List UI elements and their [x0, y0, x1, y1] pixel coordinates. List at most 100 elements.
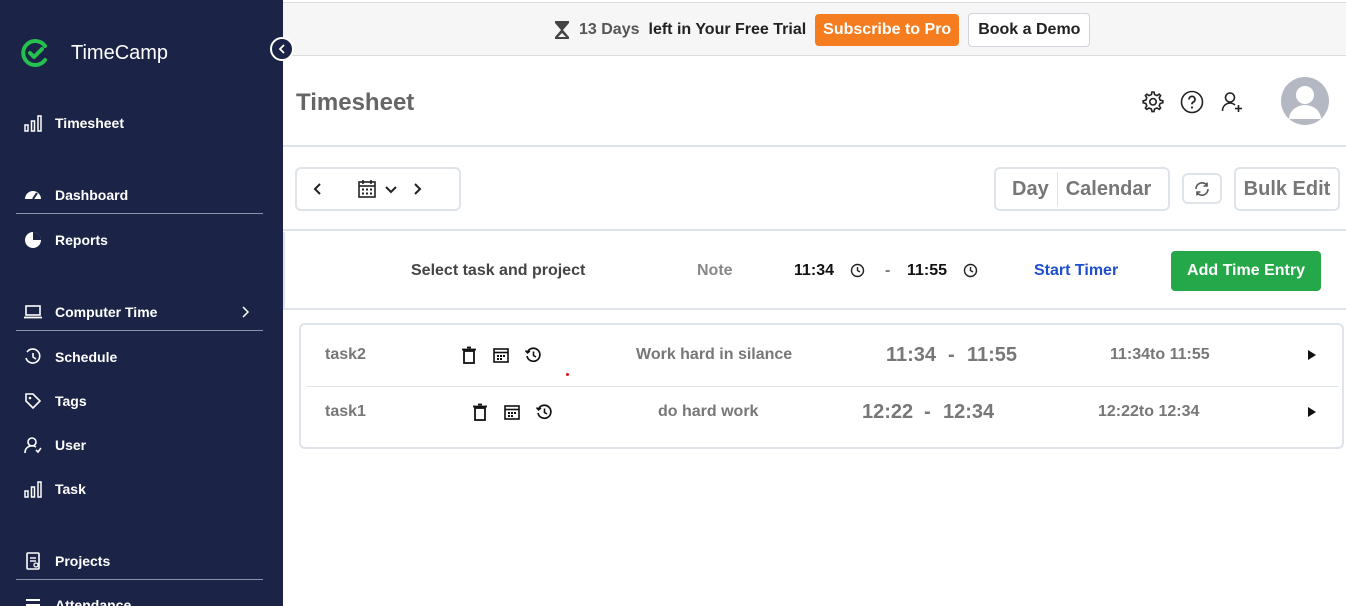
time-entries-list: task2 Work hard in silance 11:34 - 11:55…: [299, 323, 1344, 449]
brand-name: TimeCamp: [71, 41, 169, 64]
sidebar-item-timesheet[interactable]: Timesheet: [23, 112, 263, 134]
entry-end-time[interactable]: 11:55: [967, 344, 1017, 367]
entry-task[interactable]: task2: [325, 346, 366, 364]
sidebar-item-label: Reports: [55, 232, 108, 248]
tag-icon: [25, 393, 42, 410]
sidebar-item-label: Dashboard: [55, 187, 129, 203]
new-entry-bar: Select task and project Note 11:34 - 11:…: [283, 232, 1346, 310]
trash-icon[interactable]: [460, 346, 478, 364]
trial-info: 13 Days left in Your Free Trial Subscrib…: [553, 13, 1091, 47]
clock-icon[interactable]: [963, 263, 978, 278]
nav-divider: [16, 213, 263, 214]
add-time-entry-button[interactable]: Add Time Entry: [1171, 251, 1321, 291]
sidebar-item-label: Computer Time: [55, 304, 158, 320]
brand[interactable]: TimeCamp: [20, 38, 168, 68]
hourglass-icon: [555, 21, 569, 39]
sidebar-item-computer-time[interactable]: Computer Time: [23, 301, 263, 323]
end-time-input[interactable]: 11:55: [907, 262, 947, 280]
user-icon: [24, 437, 42, 454]
play-icon[interactable]: [1308, 350, 1316, 360]
sidebar-item-label: Task: [55, 481, 86, 497]
book-demo-button[interactable]: Book a Demo: [968, 13, 1091, 47]
laptop-icon: [24, 305, 42, 319]
chevron-right-icon[interactable]: [410, 182, 424, 196]
refresh-icon: [1195, 181, 1209, 196]
calendar-icon[interactable]: [503, 403, 521, 421]
nav-divider: [16, 330, 263, 331]
calendar-icon[interactable]: [492, 346, 510, 364]
timesheet-toolbar: Day Calendar Bulk Edit: [283, 147, 1346, 231]
entry-end-time[interactable]: 12:34: [943, 401, 994, 424]
clock-icon[interactable]: [850, 263, 865, 278]
chevron-right-icon: [242, 306, 250, 318]
sidebar-item-attendance[interactable]: Attendance: [23, 594, 263, 606]
time-separator: -: [948, 344, 955, 366]
entry-note[interactable]: do hard work: [658, 403, 758, 421]
sidebar-item-dashboard[interactable]: Dashboard: [23, 184, 263, 206]
sidebar-item-label: Projects: [55, 553, 111, 569]
sidebar-item-task[interactable]: Task: [23, 478, 263, 500]
bar-chart-icon: [24, 481, 42, 498]
bulk-edit-button[interactable]: Bulk Edit: [1234, 167, 1340, 211]
table-row[interactable]: task1 do hard work 12:22 - 12:34 12:22to…: [305, 387, 1341, 445]
sidebar-item-label: Attendance: [55, 597, 132, 606]
page-header: Timesheet: [283, 57, 1346, 147]
start-timer-link[interactable]: Start Timer: [1034, 262, 1118, 280]
sidebar-item-label: User: [55, 437, 87, 453]
view-toggle: Day Calendar: [994, 167, 1170, 211]
sidebar-item-projects[interactable]: Projects: [23, 550, 263, 572]
entry-task[interactable]: task1: [325, 403, 366, 421]
refresh-button[interactable]: [1182, 173, 1222, 204]
sidebar-item-label: Timesheet: [55, 115, 124, 131]
sidebar-item-user[interactable]: User: [23, 434, 263, 456]
play-icon[interactable]: [1308, 407, 1316, 417]
list-icon: [26, 599, 40, 606]
sidebar-item-label: Schedule: [55, 349, 118, 365]
avatar[interactable]: [1281, 77, 1329, 125]
user-avatar-icon: [1289, 86, 1321, 119]
chevron-left-icon[interactable]: [311, 182, 325, 196]
timecamp-logo-icon: [21, 39, 47, 67]
history-icon[interactable]: [524, 346, 542, 364]
table-row[interactable]: task2 Work hard in silance 11:34 - 11:55…: [305, 325, 1341, 383]
chevron-down-icon[interactable]: [384, 183, 398, 197]
sidebar-item-schedule[interactable]: Schedule: [23, 346, 263, 368]
sidebar-item-label: Tags: [55, 393, 87, 409]
nav-divider: [16, 579, 263, 580]
collapse-sidebar-button[interactable]: [270, 37, 294, 61]
entry-start-time[interactable]: 12:22: [862, 401, 913, 424]
trash-icon[interactable]: [471, 403, 489, 421]
tab-calendar[interactable]: Calendar: [1066, 178, 1152, 201]
entry-note[interactable]: Work hard in silance: [636, 346, 792, 364]
schedule-clock-icon: [25, 348, 41, 364]
clipboard-icon: [26, 552, 40, 570]
note-input[interactable]: Note: [697, 262, 733, 280]
entry-start-time[interactable]: 11:34: [886, 344, 936, 367]
time-separator: -: [885, 262, 891, 279]
task-select[interactable]: Select task and project: [411, 262, 585, 280]
history-icon[interactable]: [535, 403, 553, 421]
help-icon[interactable]: [1180, 90, 1204, 114]
trial-days: 13 Days: [579, 21, 640, 38]
pie-chart-icon: [25, 232, 41, 248]
entry-time-range: 11:34to 11:55: [1110, 346, 1210, 363]
sidebar: TimeCamp Timesheet Dashboard Reports Com…: [0, 0, 283, 606]
bar-chart-icon: [24, 115, 42, 132]
add-user-icon[interactable]: [1220, 90, 1244, 114]
subscribe-button[interactable]: Subscribe to Pro: [815, 14, 960, 46]
calendar-icon[interactable]: [357, 179, 377, 199]
trial-banner: 13 Days left in Your Free Trial Subscrib…: [283, 2, 1346, 56]
entry-time-range: 12:22to 12:34: [1098, 403, 1200, 420]
date-navigator: [295, 167, 461, 211]
cursor-marker: [566, 373, 569, 376]
start-time-input[interactable]: 11:34: [794, 262, 834, 280]
chevron-left-icon: [278, 44, 285, 54]
gauge-icon: [25, 191, 41, 200]
sidebar-item-tags[interactable]: Tags: [23, 390, 263, 412]
sidebar-item-reports[interactable]: Reports: [23, 229, 263, 251]
gear-icon[interactable]: [1141, 90, 1165, 114]
page-title: Timesheet: [296, 89, 415, 116]
tab-day[interactable]: Day: [1012, 172, 1058, 206]
time-separator: -: [924, 401, 931, 423]
trial-text: left in Your Free Trial: [648, 21, 807, 38]
